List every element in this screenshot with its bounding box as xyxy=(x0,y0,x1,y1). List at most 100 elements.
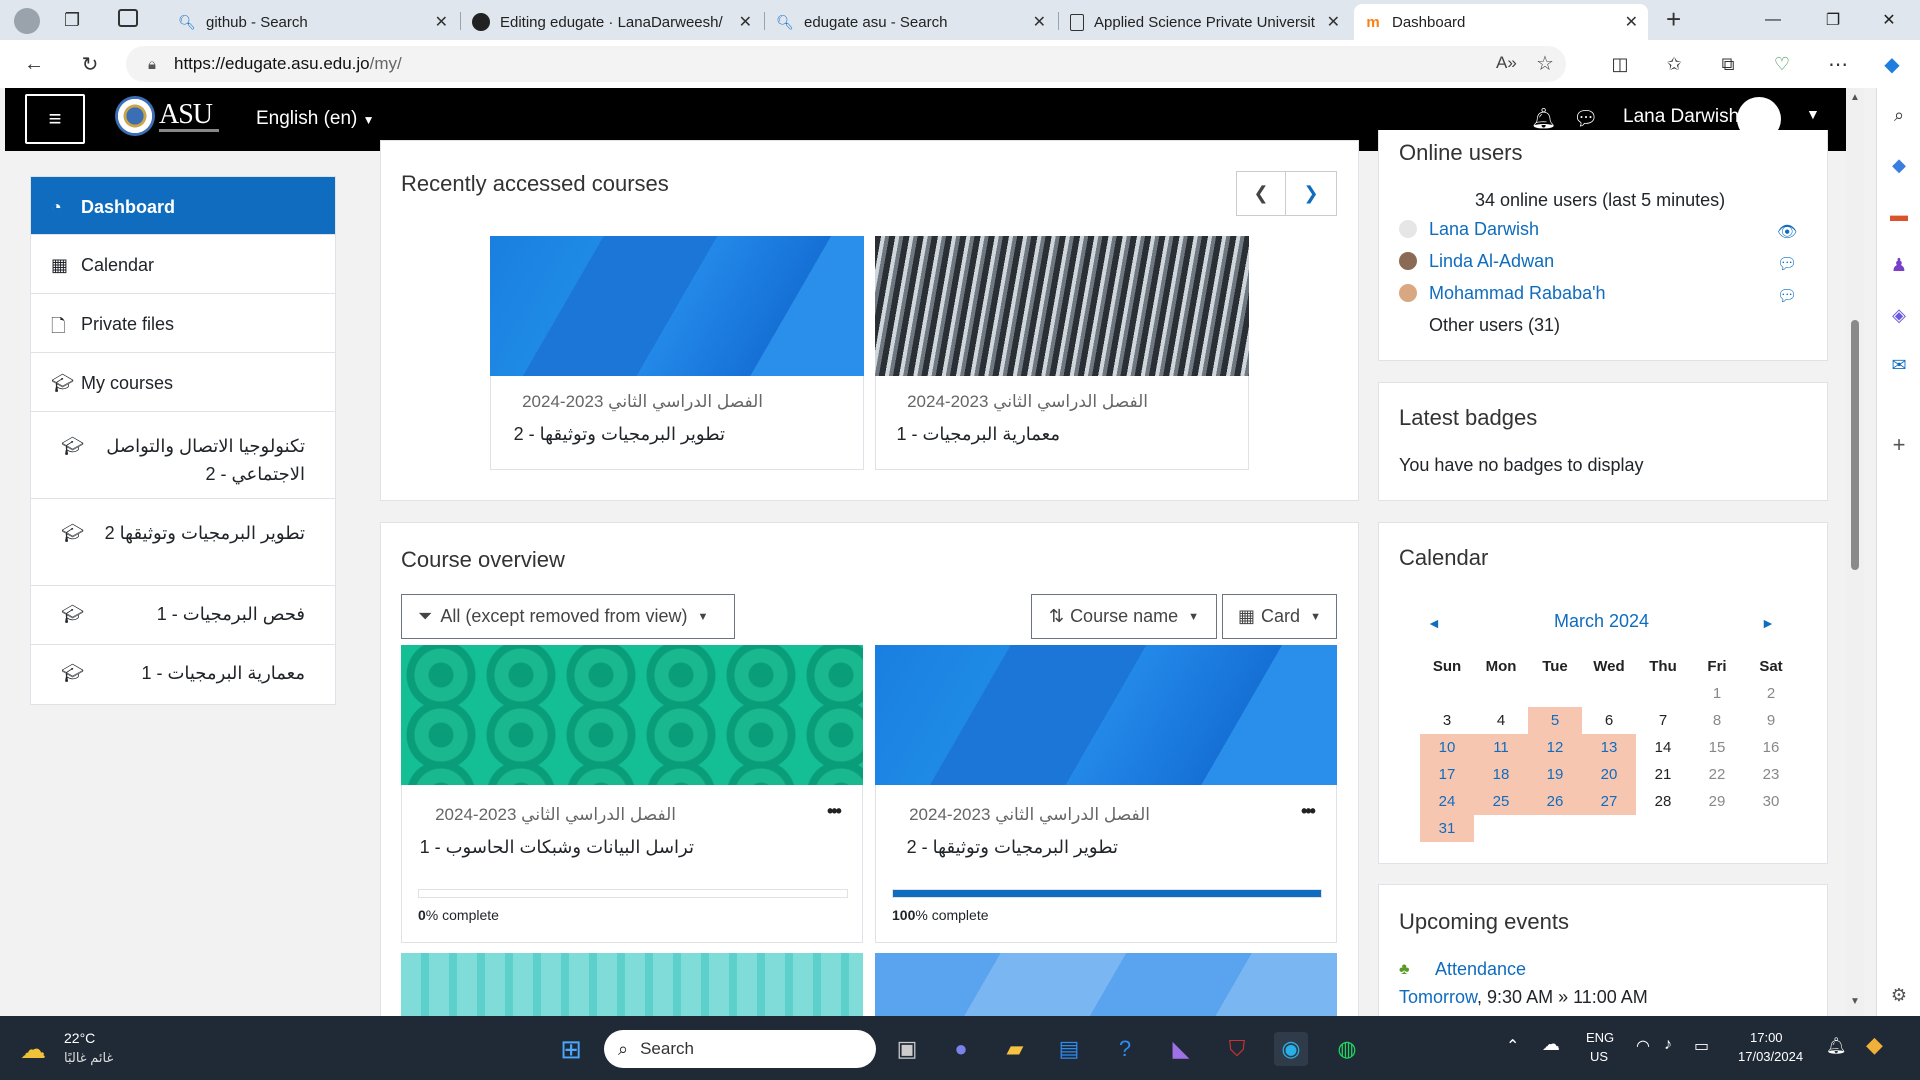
close-icon[interactable]: ✕ xyxy=(435,12,448,32)
outlook-icon[interactable]: ✉ xyxy=(1877,350,1920,380)
help-icon[interactable]: ? xyxy=(1108,1032,1142,1066)
online-user-link[interactable]: Lana Darwish xyxy=(1429,219,1539,240)
course-image[interactable] xyxy=(490,236,864,376)
calendar-day[interactable]: 22 xyxy=(1690,761,1744,788)
edge-icon[interactable]: ◉ xyxy=(1274,1032,1308,1066)
calendar-day[interactable]: 14 xyxy=(1636,734,1690,761)
calendar-day[interactable]: 12 xyxy=(1528,734,1582,761)
task-view-icon[interactable]: ▣ xyxy=(890,1032,924,1066)
weather-icon[interactable]: ☁ xyxy=(20,1034,46,1065)
workspaces-icon[interactable]: ❐ xyxy=(64,10,80,31)
taskbar-search[interactable]: ⌕ Search xyxy=(604,1030,876,1068)
tab-editing-edugate[interactable]: Editing edugate · LanaDarweesh/ ✕ xyxy=(462,4,762,40)
calendar-day[interactable]: 11 xyxy=(1474,734,1528,761)
tab-github-search[interactable]: 🔍︎ github - Search ✕ xyxy=(168,4,458,40)
course-image[interactable] xyxy=(875,236,1249,376)
more-options-icon[interactable]: ⋯ xyxy=(1822,48,1854,80)
copilot-taskbar-icon[interactable]: ◆ xyxy=(1866,1032,1883,1058)
scroll-down-icon[interactable]: ▼ xyxy=(1850,996,1860,1007)
clock-date[interactable]: 17/03/2024 xyxy=(1738,1049,1803,1064)
close-icon[interactable]: ✕ xyxy=(739,12,752,32)
onedrive-icon[interactable]: ☁ xyxy=(1542,1034,1560,1055)
calendar-day[interactable]: 23 xyxy=(1744,761,1798,788)
calendar-day[interactable]: 24 xyxy=(1420,788,1474,815)
search-icon[interactable]: ⌕ xyxy=(1877,100,1920,130)
calendar-day[interactable]: 17 xyxy=(1420,761,1474,788)
profile-icon[interactable] xyxy=(14,8,40,34)
nav-dashboard[interactable]: ◔ Dashboard xyxy=(31,177,335,235)
tab-dashboard[interactable]: m Dashboard ✕ xyxy=(1354,4,1648,40)
tab-applied-science[interactable]: Applied Science Private Universit ✕ xyxy=(1060,4,1350,40)
back-icon[interactable]: ← xyxy=(18,48,50,80)
user-name[interactable]: Lana Darwish xyxy=(1623,106,1739,128)
online-user-link[interactable]: Mohammad Rababa'h xyxy=(1429,283,1606,304)
recent-course-card[interactable]: الفصل الدراسي الثاني 2023-2024 معمارية ا… xyxy=(875,376,1249,470)
calendar-day[interactable]: 13 xyxy=(1582,734,1636,761)
calendar-month[interactable]: March 2024 xyxy=(1554,611,1649,632)
notifications-bell-icon[interactable]: 🔔︎ xyxy=(1531,106,1556,131)
course-card[interactable]: الفصل الدراسي الثاني 2023-2024 تراسل الب… xyxy=(401,785,863,943)
calendar-day[interactable]: 20 xyxy=(1582,761,1636,788)
close-icon[interactable]: ✕ xyxy=(1033,12,1046,32)
course-actions-icon[interactable]: ••• xyxy=(827,801,842,822)
calendar-day[interactable]: 9 xyxy=(1744,707,1798,734)
calendar-day[interactable]: 2 xyxy=(1744,680,1798,707)
visual-studio-icon[interactable]: ◣ xyxy=(1164,1032,1198,1066)
copilot-icon[interactable]: ◆ xyxy=(1876,48,1908,80)
event-link[interactable]: Attendance xyxy=(1435,959,1526,980)
course-actions-icon[interactable]: ••• xyxy=(1301,801,1316,822)
course-image[interactable] xyxy=(401,953,863,1023)
course-name[interactable]: تطوير البرمجيات وتوثيقها - 2 xyxy=(907,837,1118,858)
url-input[interactable]: 🔒︎ https://edugate.asu.edu.jo/my/ A» ☆ xyxy=(126,46,1566,82)
minimize-icon[interactable]: — xyxy=(1750,0,1796,40)
store-icon[interactable]: ▤ xyxy=(1052,1032,1086,1066)
calendar-prev-icon[interactable]: ◄ xyxy=(1427,615,1441,631)
spotify-icon[interactable]: ◍ xyxy=(1330,1032,1364,1066)
nav-course-3[interactable]: 🎓︎ فحص البرمجيات - 1 xyxy=(31,586,335,645)
refresh-icon[interactable]: ↻ xyxy=(74,48,106,80)
course-image[interactable] xyxy=(401,645,863,785)
favorites-icon[interactable]: ✩ xyxy=(1658,48,1690,80)
tools-icon[interactable]: ▬ xyxy=(1877,200,1920,230)
view-dropdown[interactable]: ▦ Card ▼ xyxy=(1222,594,1337,639)
recent-course-card[interactable]: الفصل الدراسي الثاني 2023-2024 تطوير الب… xyxy=(490,376,864,470)
calendar-day[interactable]: 26 xyxy=(1528,788,1582,815)
menu-hamburger-button[interactable]: ≡ xyxy=(25,94,85,144)
language-menu[interactable]: English (en) ▼ xyxy=(256,108,375,130)
online-user-link[interactable]: Linda Al-Adwan xyxy=(1429,251,1554,272)
nav-private-files[interactable]: 🗋 Private files xyxy=(31,294,335,353)
lock-icon[interactable]: 🔒︎ xyxy=(148,56,156,73)
favorite-star-icon[interactable]: ☆ xyxy=(1536,51,1554,76)
calendar-day[interactable]: 19 xyxy=(1528,761,1582,788)
window-close-icon[interactable]: ✕ xyxy=(1866,0,1912,40)
games-icon[interactable]: ♟ xyxy=(1877,250,1920,280)
tab-edugate-search[interactable]: 🔍︎ edugate asu - Search ✕ xyxy=(766,4,1056,40)
calendar-day[interactable]: 29 xyxy=(1690,788,1744,815)
page-scrollbar[interactable]: ▲ ▼ xyxy=(1846,88,1864,1016)
recent-next-button[interactable]: ❯ xyxy=(1285,171,1337,216)
course-card[interactable]: الفصل الدراسي الثاني 2023-2024 تطوير الب… xyxy=(875,785,1337,943)
course-name[interactable]: تراسل البيانات وشبكات الحاسوب - 1 xyxy=(420,837,694,858)
scrollbar-thumb[interactable] xyxy=(1851,320,1859,570)
volume-icon[interactable]: ♪ xyxy=(1664,1036,1672,1054)
calendar-day[interactable]: 4 xyxy=(1474,707,1528,734)
calendar-day[interactable]: 7 xyxy=(1636,707,1690,734)
file-explorer-icon[interactable]: ▰ xyxy=(998,1032,1032,1066)
language-eng[interactable]: ENG xyxy=(1586,1030,1614,1045)
filter-dropdown[interactable]: ⏷ All (except removed from view) ▼ xyxy=(401,594,735,639)
new-tab-button[interactable]: + xyxy=(1666,4,1681,35)
mcafee-icon[interactable]: ⛉ xyxy=(1220,1032,1254,1066)
nav-course-1[interactable]: 🎓︎ تكنولوجيا الاتصال والتواصل الاجتماعي … xyxy=(31,412,335,499)
nav-calendar[interactable]: ▦ Calendar xyxy=(31,235,335,294)
close-icon[interactable]: ✕ xyxy=(1327,12,1340,32)
windows-start-icon[interactable]: ⊞ xyxy=(554,1032,588,1066)
calendar-day[interactable]: 15 xyxy=(1690,734,1744,761)
eye-icon[interactable]: 👁︎ xyxy=(1777,222,1797,242)
tab-actions-icon[interactable] xyxy=(118,9,138,27)
calendar-day[interactable]: 1 xyxy=(1690,680,1744,707)
settings-gear-icon[interactable]: ⚙ xyxy=(1877,980,1920,1010)
browser-essentials-icon[interactable]: ♡ xyxy=(1766,48,1798,80)
notification-bell-icon[interactable]: 🔔︎ xyxy=(1826,1036,1846,1056)
nav-my-courses[interactable]: 🎓︎ My courses xyxy=(31,353,335,412)
calendar-day[interactable]: 16 xyxy=(1744,734,1798,761)
